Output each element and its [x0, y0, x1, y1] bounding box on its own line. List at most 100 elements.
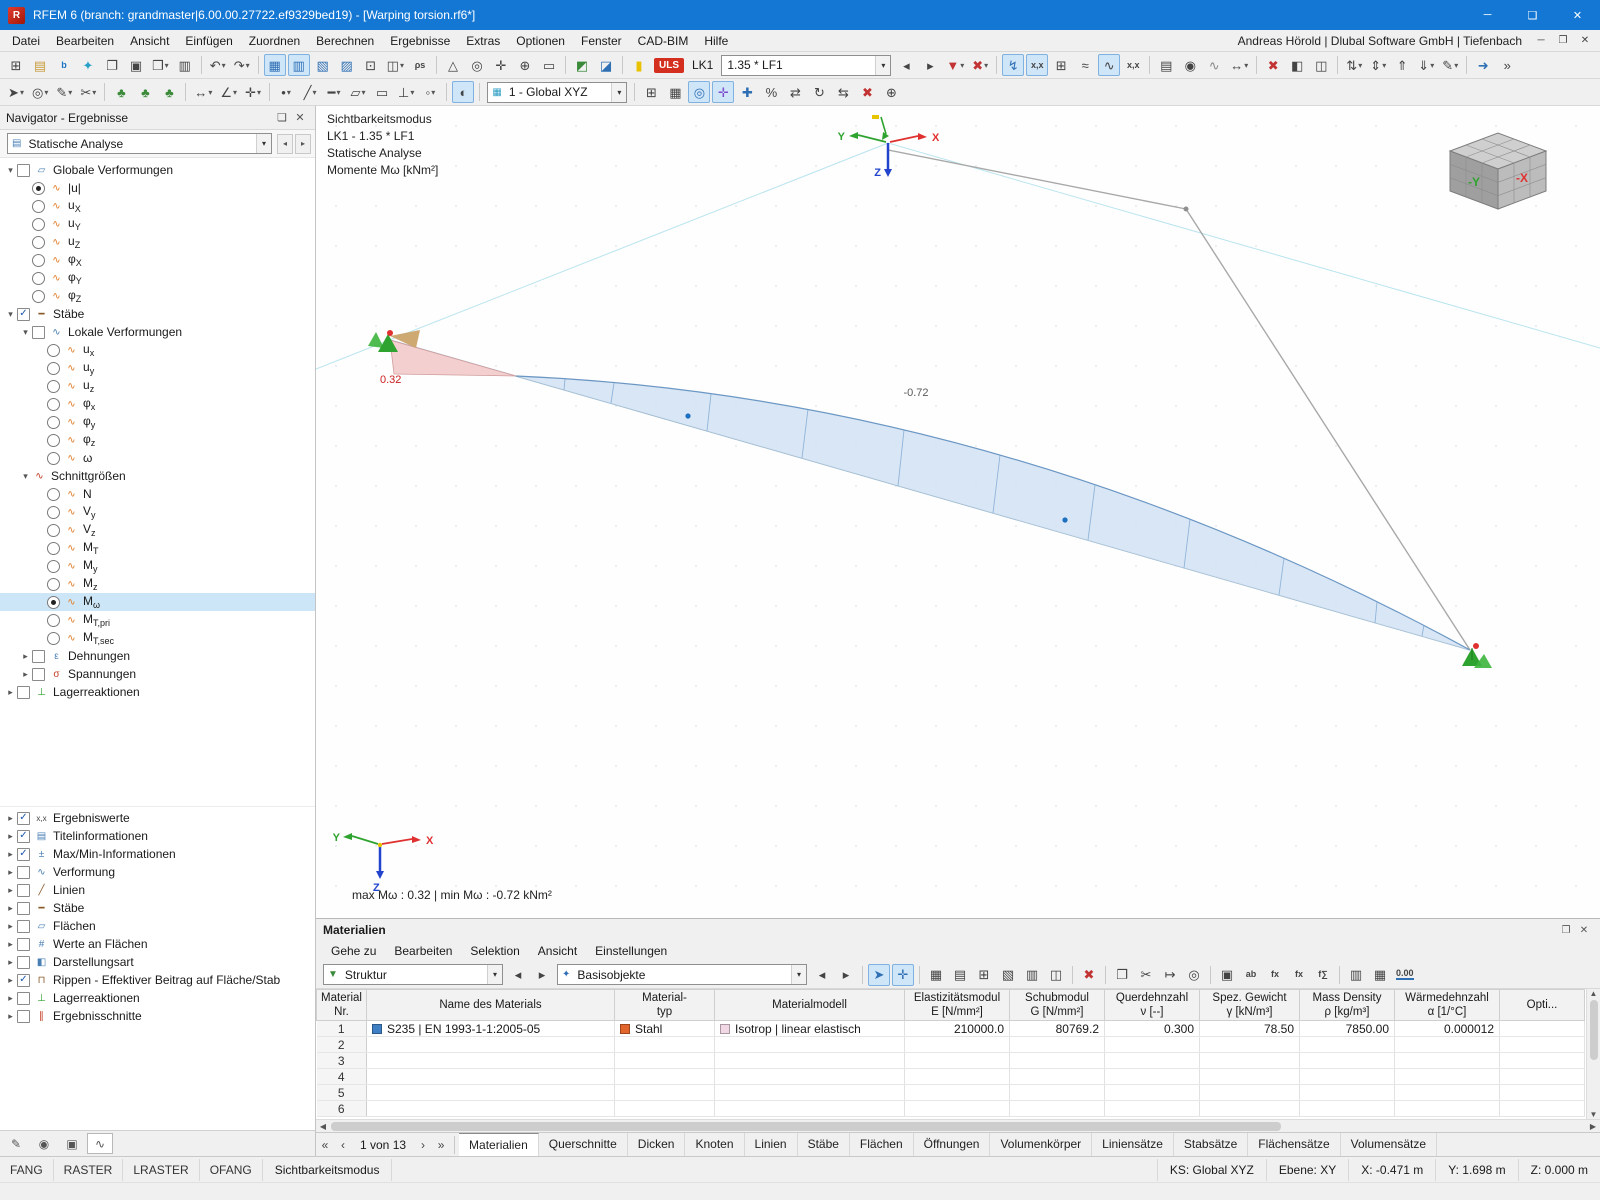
select-special-icon[interactable]: ◎▾ [29, 81, 51, 103]
table-cell[interactable]: 80769.2 [1010, 1021, 1105, 1037]
checkbox-rippen[interactable]: ✓ [17, 974, 30, 987]
result-grid-icon[interactable]: ⊞ [1050, 54, 1072, 76]
table-cell[interactable] [367, 1085, 615, 1101]
mdi-close-button[interactable]: ✕ [1574, 35, 1596, 46]
expand-arrow-icon[interactable]: ▸ [4, 849, 17, 860]
materials-menu-gehe-zu[interactable]: Gehe zu [322, 944, 385, 958]
tree-item-lagerreaktionen[interactable]: ▸⊥Lagerreaktionen [0, 683, 315, 701]
scroll-left-icon[interactable]: ◀ [316, 1122, 330, 1131]
view-isometric-icon[interactable]: ▦ [264, 54, 286, 76]
navigator-tab-data[interactable]: ✎ [3, 1133, 29, 1154]
next-record-icon[interactable]: › [414, 1138, 432, 1152]
objects-prev-icon[interactable]: ◂ [811, 964, 833, 986]
table-row[interactable]: 3 [317, 1053, 1585, 1069]
table-cell[interactable]: Stahl [615, 1021, 715, 1037]
swap-icon[interactable]: ⇄ [784, 81, 806, 103]
analysis-next-icon[interactable]: ▸ [295, 134, 311, 154]
new-model-icon[interactable]: ⊞ [5, 54, 27, 76]
tree-item-uy-global[interactable]: ∿uY [0, 215, 315, 233]
table-cell[interactable] [1395, 1101, 1500, 1117]
table-cell[interactable]: 210000.0 [905, 1021, 1010, 1037]
table-cell[interactable] [1200, 1069, 1300, 1085]
structure-next-icon[interactable]: ▸ [531, 964, 553, 986]
table-cell[interactable] [1395, 1069, 1500, 1085]
checkbox-globale-verformungen[interactable] [17, 164, 30, 177]
table-cell[interactable] [1105, 1101, 1200, 1117]
tab-stäbe[interactable]: Stäbe [798, 1133, 850, 1157]
work-plane-icon[interactable]: ⊞ [640, 81, 662, 103]
row-number-cell[interactable]: 3 [317, 1053, 367, 1069]
column-header[interactable]: Querdehnzahlν [--] [1105, 990, 1200, 1021]
table-cell[interactable] [615, 1053, 715, 1069]
table-cell[interactable] [1500, 1037, 1585, 1053]
tree-item-schnittgroessen[interactable]: ▾∿Schnittgrößen [0, 467, 315, 485]
tree-item-linien[interactable]: ▸╱Linien [0, 881, 315, 899]
close-panel-icon[interactable]: ✕ [1575, 925, 1593, 936]
menu-datei[interactable]: Datei [4, 32, 48, 50]
radio-phix-global[interactable] [32, 254, 45, 267]
scroll-up-icon[interactable]: ▲ [1590, 989, 1598, 998]
navigation-cube[interactable]: -Y -X [1450, 133, 1546, 209]
table-cell[interactable]: 0.300 [1105, 1021, 1200, 1037]
table-cell[interactable] [905, 1101, 1010, 1117]
column-header[interactable]: Mass Densityρ [kg/m³] [1300, 990, 1395, 1021]
mirror-icon[interactable]: ⇆ [832, 81, 854, 103]
table-cell[interactable] [715, 1101, 905, 1117]
radio-phiz-local[interactable] [47, 434, 60, 447]
tree-item-mt[interactable]: ∿MT [0, 539, 315, 557]
back-view-icon[interactable]: ➜ [1472, 54, 1494, 76]
table-cell[interactable] [1500, 1021, 1585, 1037]
tree-item-globale-verformungen[interactable]: ▾▱Globale Verformungen [0, 161, 315, 179]
tree-item-u-abs[interactable]: ∿|u| [0, 179, 315, 197]
mdi-minimize-button[interactable]: ─ [1530, 35, 1552, 46]
surface-values-icon[interactable]: x,x [1122, 54, 1144, 76]
table-cell[interactable] [1010, 1069, 1105, 1085]
formula-edit-icon[interactable]: fx [1288, 964, 1310, 986]
target-icon[interactable]: ⊕ [880, 81, 902, 103]
row-number-cell[interactable]: 6 [317, 1101, 367, 1117]
radio-uy-local[interactable] [47, 362, 60, 375]
table-cell[interactable] [1105, 1069, 1200, 1085]
radio-vy[interactable] [47, 506, 60, 519]
checkbox-titelinformationen[interactable]: ✓ [17, 830, 30, 843]
tree-item-flaechen-option[interactable]: ▸▱Flächen [0, 917, 315, 935]
tree-item-dehnungen[interactable]: ▸εDehnungen [0, 647, 315, 665]
insert-row-icon[interactable]: ⊞ [973, 964, 995, 986]
tab-stabsätze[interactable]: Stabsätze [1174, 1133, 1248, 1157]
generate-tree-3-icon[interactable]: ♣ [158, 81, 180, 103]
column-header[interactable]: Name des Materials [367, 990, 615, 1021]
record-indicator[interactable]: 1 von 13 [352, 1138, 414, 1152]
column-header[interactable]: Spez. Gewichtγ [kN/m³] [1200, 990, 1300, 1021]
mdi-restore-button[interactable]: ❐ [1552, 35, 1574, 46]
expand-arrow-icon[interactable]: ▾ [4, 309, 17, 320]
status-toggle-lraster[interactable]: LRASTER [123, 1159, 199, 1181]
radio-u-abs[interactable] [32, 182, 45, 195]
first-record-icon[interactable]: « [316, 1138, 334, 1152]
table-cell[interactable] [715, 1085, 905, 1101]
view-xz-icon[interactable]: ▧ [312, 54, 334, 76]
cut-row-icon[interactable]: ✂ [1135, 964, 1157, 986]
scroll-right-icon[interactable]: ▶ [1586, 1122, 1600, 1131]
table-cell[interactable] [1010, 1085, 1105, 1101]
checkbox-staebe[interactable]: ✓ [17, 308, 30, 321]
radio-ux-local[interactable] [47, 344, 60, 357]
navigator-tab-views[interactable]: ▣ [59, 1133, 85, 1154]
radio-uz-local[interactable] [47, 380, 60, 393]
table-cell[interactable] [905, 1085, 1010, 1101]
table-cell[interactable] [1300, 1085, 1395, 1101]
load-case-combo[interactable]: 1.35 * LF1▾ [721, 55, 891, 76]
table-cell[interactable] [367, 1101, 615, 1117]
objects-combo[interactable]: ✦Basisobjekte▾ [557, 964, 807, 985]
expand-arrow-icon[interactable]: ▸ [19, 651, 32, 662]
tree-item-ergebniswerte[interactable]: ▸✓x,xErgebniswerte [0, 809, 315, 827]
view-yz-icon[interactable]: ▨ [336, 54, 358, 76]
jump-icon[interactable]: ↦ [1159, 964, 1181, 986]
edit-icon[interactable]: ✎▾ [53, 81, 75, 103]
table-cell[interactable] [1500, 1085, 1585, 1101]
show-results-icon[interactable]: ↯ [1002, 54, 1024, 76]
pan-icon[interactable]: ✛ [490, 54, 512, 76]
tree-item-vz[interactable]: ∿Vz [0, 521, 315, 539]
prev-record-icon[interactable]: ‹ [334, 1138, 352, 1152]
materials-menu-bearbeiten[interactable]: Bearbeiten [385, 944, 461, 958]
print-icon[interactable]: ❒▾ [149, 54, 172, 76]
